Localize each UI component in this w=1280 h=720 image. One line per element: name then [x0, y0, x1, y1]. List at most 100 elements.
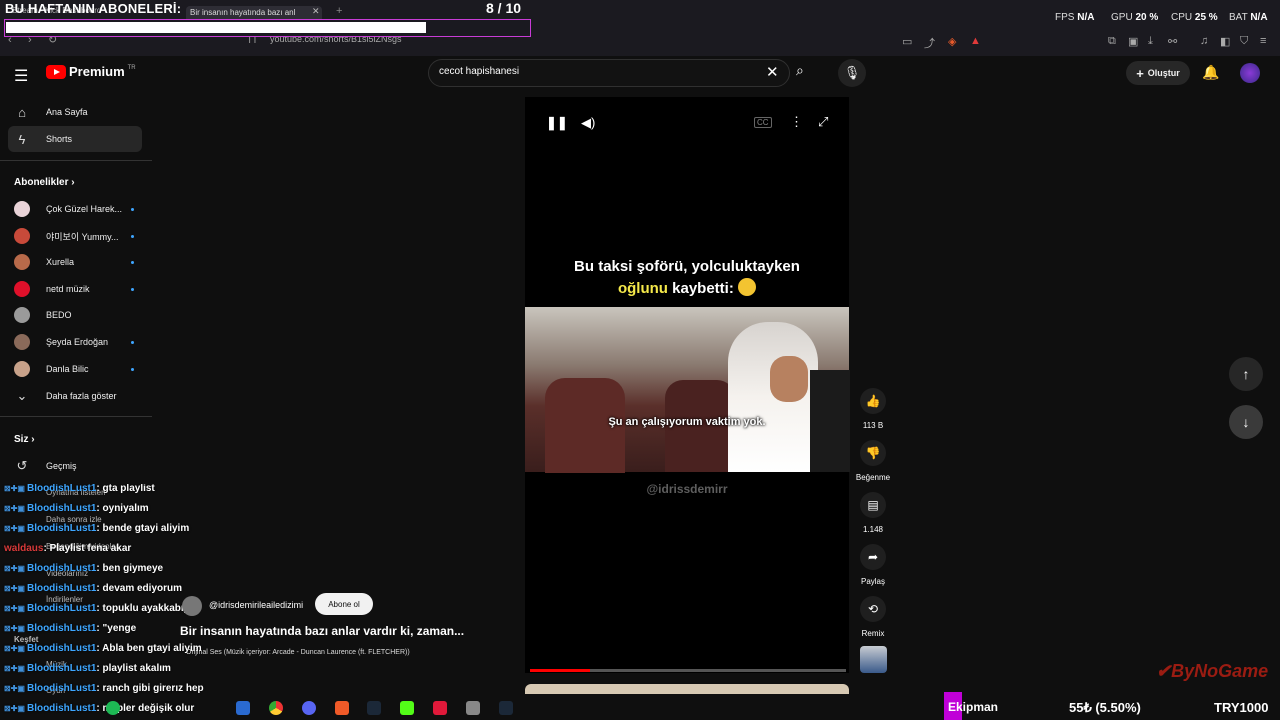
bynogame-logo: ✔ByNoGame — [1156, 661, 1269, 681]
arrow-up-icon: ↑ — [1242, 366, 1250, 382]
subscription-item[interactable]: Çok Güzel Harek... — [14, 198, 134, 220]
chat-message: ⊠✚▣ BloodishLust1: ben giymeye — [4, 563, 163, 574]
extensions-icon[interactable]: ⧉ — [1108, 35, 1116, 48]
chat-username: BloodishLust1 — [26, 623, 97, 634]
subscriptions-heading[interactable]: Abonelikler › — [14, 177, 75, 188]
next-short-button[interactable]: ↓ — [1229, 405, 1263, 439]
channel-avatar — [14, 334, 30, 350]
media-icon[interactable]: ♫ — [1200, 35, 1208, 47]
steam-icon[interactable] — [367, 701, 381, 715]
sidebar-item-history[interactable]: ↺ Geçmiş — [8, 453, 142, 479]
steam-icon[interactable] — [499, 701, 513, 715]
thumbs-up-icon: 👍 — [865, 394, 881, 408]
rewards-icon[interactable]: ▲ — [970, 35, 981, 47]
create-button[interactable]: + Oluştur — [1126, 61, 1190, 85]
channel-name[interactable]: @idrisdemirileailedizimi — [209, 600, 303, 610]
ticker-value: 55₺ (5.50%) — [1069, 700, 1141, 715]
video-music-info[interactable]: Orijinal Ses (Müzik içeriyor: Arcade - D… — [186, 649, 410, 656]
share-label: Paylaş — [860, 577, 885, 586]
hamburger-menu-icon[interactable]: ☰ — [14, 66, 28, 86]
chat-message: ⊠✚▣ BloodishLust1: ranch gibi girerız hep — [4, 683, 204, 694]
you-heading[interactable]: Siz › — [14, 434, 35, 445]
chat-text: : topuklu ayakkabıyı — [96, 603, 193, 614]
sound-thumbnail[interactable] — [860, 646, 887, 673]
channel-avatar[interactable] — [182, 596, 202, 616]
subscription-item[interactable]: Xurella — [14, 251, 134, 273]
share-arrow-icon: ➦ — [867, 550, 879, 564]
screenshot-icon[interactable]: ▣ — [1128, 35, 1138, 48]
chevron-right-icon: › — [71, 177, 75, 188]
remix-button[interactable]: ⟲ — [860, 596, 886, 622]
spotify-icon[interactable] — [106, 701, 120, 715]
app-icon[interactable] — [236, 701, 250, 715]
brave-icon[interactable] — [335, 701, 349, 715]
chat-text: : bende gtayi aliyim — [96, 523, 190, 534]
new-content-dot — [131, 287, 134, 291]
chat-text: : Playlist fena akar — [43, 543, 132, 554]
link-icon[interactable]: ⚯ — [1168, 35, 1177, 48]
subscription-item[interactable]: BEDO — [14, 304, 134, 326]
game-launcher-icon[interactable] — [433, 701, 447, 715]
close-tab-icon[interactable]: ✕ — [312, 6, 320, 17]
chevron-down-icon: ⌄ — [16, 388, 28, 403]
share-page-icon[interactable]: ⤴ — [924, 35, 935, 51]
chat-badge-icon: ⊠✚▣ — [4, 644, 25, 653]
pause-icon[interactable]: ❚❚ — [546, 115, 568, 131]
youtube-logo[interactable]: Premium TR — [46, 64, 136, 79]
search-input[interactable]: cecot hapishanesi — [439, 66, 519, 77]
subscription-item[interactable]: Danla Bilic — [14, 358, 134, 380]
subscribe-button[interactable]: Abone ol — [315, 593, 373, 615]
brave-shield-icon[interactable]: ◈ — [948, 35, 956, 48]
vpn-icon[interactable]: ⛉ — [1240, 35, 1248, 48]
comment-count: 1.148 — [862, 525, 884, 534]
sidebar-item-home[interactable]: ⌂ Ana Sayfa — [8, 99, 142, 125]
arrow-down-icon: ↓ — [1242, 414, 1250, 430]
video-subtitle: Şu an çalışıyorum vaktim yok. — [608, 416, 766, 428]
fullscreen-icon[interactable]: ⤢ — [818, 114, 828, 130]
chat-badge-icon: ⊠✚▣ — [4, 484, 25, 493]
voice-search-mic-icon[interactable]: 🎙 — [838, 59, 866, 87]
next-short-preview[interactable] — [525, 684, 849, 694]
like-button[interactable]: 👍 — [860, 388, 886, 414]
cast-icon[interactable]: ▭ — [902, 35, 912, 48]
clear-search-icon[interactable]: ✕ — [766, 63, 779, 81]
chat-text: : "yenge — [96, 623, 137, 634]
download-icon[interactable]: ⤓ — [1148, 35, 1153, 48]
sidebar-toggle-icon[interactable]: ◧ — [1220, 35, 1230, 48]
subscription-item[interactable]: 야미보이 Yummy... — [14, 225, 134, 247]
dislike-button[interactable]: 👎 — [860, 440, 886, 466]
sidebar-divider — [0, 416, 152, 417]
captions-icon[interactable]: CC — [754, 117, 772, 128]
more-options-icon[interactable]: ⋮ — [790, 114, 803, 130]
chat-username: BloodishLust1 — [26, 583, 97, 594]
discord-icon[interactable] — [302, 701, 316, 715]
video-progress-fill — [530, 669, 590, 672]
youtube-play-icon — [46, 64, 66, 79]
previous-short-button[interactable]: ↑ — [1229, 357, 1263, 391]
account-avatar[interactable] — [1240, 63, 1260, 83]
subscription-item[interactable]: Şeyda Erdoğan — [14, 331, 134, 353]
share-button[interactable]: ➦ — [860, 544, 886, 570]
show-more-button[interactable]: ⌄ Daha fazla göster — [8, 383, 142, 409]
chat-username: BloodishLust1 — [26, 503, 97, 514]
notifications-bell-icon[interactable]: 🔔 — [1202, 64, 1219, 81]
chat-username: BloodishLust1 — [26, 484, 97, 494]
video-title[interactable]: Bir insanın hayatında bazı anlar vardır … — [180, 624, 464, 638]
app-icon[interactable] — [466, 701, 480, 715]
browser-menu-icon[interactable]: ≡ — [1260, 35, 1266, 47]
volume-icon[interactable]: ◀) — [581, 115, 595, 131]
kick-icon[interactable] — [400, 701, 414, 715]
subscription-item[interactable]: netd müzik — [14, 278, 134, 300]
shorts-icon: ϟ — [18, 131, 26, 147]
chat-message: ⊠✚▣ BloodishLust1: bende gtayi aliyim — [4, 523, 189, 534]
channel-avatar — [14, 228, 30, 244]
chat-text: : ben giymeye — [96, 563, 164, 574]
sad-face-emoji-icon — [738, 278, 756, 296]
search-icon[interactable]: ⌕ — [796, 62, 804, 79]
chat-badge-icon: ⊠✚▣ — [4, 624, 25, 633]
chat-badge-icon: ⊠✚▣ — [4, 584, 25, 593]
sidebar-item-shorts[interactable]: ϟ Shorts — [8, 126, 142, 152]
chrome-icon[interactable] — [269, 701, 283, 715]
new-tab-icon[interactable]: + — [336, 5, 342, 17]
comments-button[interactable]: ▤ — [860, 492, 886, 518]
